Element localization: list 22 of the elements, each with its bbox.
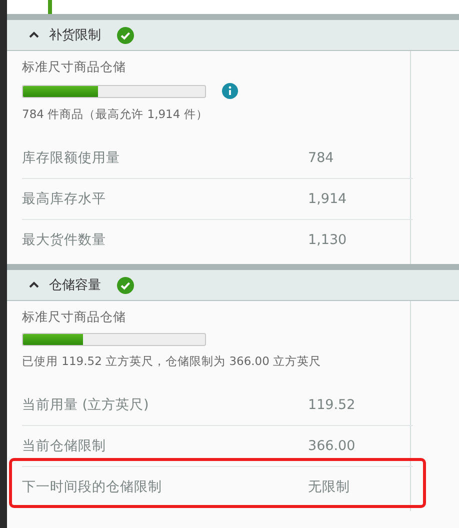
- usage-summary: 784 件商品（最高允许 1,914 件）: [22, 107, 209, 122]
- metric-value: 119.52: [308, 397, 356, 413]
- usage-summary: 已使用 119.52 立方英尺，仓储限制为 366.00 立方英尺: [22, 354, 322, 369]
- metric-value: 1,130: [308, 232, 347, 248]
- metric-value: 784: [308, 150, 334, 166]
- metric-label: 库存限额使用量: [22, 149, 121, 167]
- metric-label: 当前用量 (立方英尺): [22, 396, 150, 414]
- metric-label: 最大货件数量: [22, 231, 107, 249]
- storage-label: 标准尺寸商品仓储: [22, 59, 127, 76]
- accent-bar: [48, 0, 52, 14]
- storage-label: 标准尺寸商品仓储: [22, 309, 127, 326]
- metric-value: 366.00: [308, 438, 356, 454]
- metric-value: 无限制: [308, 478, 350, 496]
- section-title: 补货限制: [49, 27, 101, 44]
- metric-value: 1,914: [308, 191, 347, 207]
- info-icon[interactable]: [222, 83, 238, 99]
- section-header[interactable]: 补货限制: [7, 20, 459, 51]
- metric-label: 下一时间段的仓储限制: [22, 478, 163, 496]
- metric-label: 最高库存水平: [22, 190, 107, 208]
- section-title: 仓储容量: [49, 277, 101, 294]
- metric-label: 当前仓储限制: [22, 437, 107, 455]
- section-header[interactable]: 仓储容量: [7, 270, 459, 301]
